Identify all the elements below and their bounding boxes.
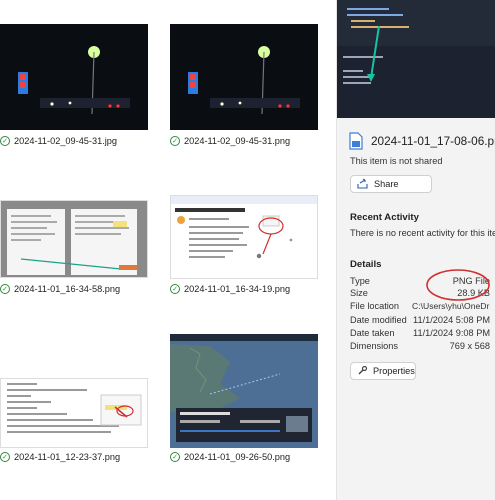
check-circle-icon: ✓ <box>170 452 180 462</box>
thumbnail-name: 2024-11-02_09-45-31.png <box>184 136 291 146</box>
thumbnail-name: 2024-11-02_09-45-31.jpg <box>14 136 118 146</box>
check-circle-icon: ✓ <box>0 452 10 462</box>
night-photo-thumbnail[interactable] <box>170 24 318 130</box>
detail-value: 11/1/2024 9:08 PM <box>413 328 490 338</box>
recent-activity-text: There is no recent activity for this ite… <box>350 228 495 238</box>
recent-activity-heading: Recent Activity <box>350 212 419 223</box>
check-circle-icon: ✓ <box>170 136 180 146</box>
wrench-icon <box>357 365 368 378</box>
detail-key: Date taken <box>350 328 395 338</box>
thumbnail-name: 2024-11-01_16-34-19.png <box>184 284 291 294</box>
thumbnail-name: 2024-11-01_16-34-58.png <box>14 284 121 294</box>
file-name-header: 2024-11-01_17-08-06.png <box>349 132 495 150</box>
screenshot-thumbnail[interactable] <box>0 378 148 448</box>
detail-value: C:\Users\yhu\OneDrive\Pic... <box>412 301 490 311</box>
properties-button-label: Properties <box>373 366 415 376</box>
file-explorer-window: ✓ 2024-11-02_09-45-31.jpg ✓ 2024-11-02_0… <box>0 0 495 500</box>
check-circle-icon: ✓ <box>170 284 180 294</box>
text-screenshot-image <box>1 379 147 447</box>
detail-key: Type <box>350 276 370 286</box>
share-icon <box>357 178 368 191</box>
detail-key: Dimensions <box>350 341 398 351</box>
check-circle-icon: ✓ <box>0 136 10 146</box>
details-pane: 2024-11-01_17-08-06.png This item is not… <box>336 0 495 500</box>
file-preview <box>337 0 495 118</box>
png-file-icon <box>349 132 363 150</box>
chat-screenshot-image <box>171 196 317 278</box>
screenshot-thumbnail[interactable] <box>170 334 318 448</box>
properties-button[interactable]: Properties <box>350 362 416 380</box>
details-heading: Details <box>350 259 382 270</box>
code-preview-image <box>337 0 495 118</box>
screenshot-thumbnail[interactable] <box>170 195 318 279</box>
detail-key: Date modified <box>350 315 407 325</box>
share-button[interactable]: Share <box>350 175 432 193</box>
sharing-status: This item is not shared <box>350 156 443 166</box>
detail-value: 11/1/2024 5:08 PM <box>413 315 490 325</box>
annotation-ellipse <box>426 269 490 301</box>
night-scene-image <box>170 24 318 130</box>
share-button-label: Share <box>374 179 399 189</box>
file-name: 2024-11-01_17-08-06.png <box>371 134 495 148</box>
check-circle-icon: ✓ <box>0 284 10 294</box>
thumbnail-name: 2024-11-01_09-26-50.png <box>184 452 291 462</box>
detail-key: Size <box>350 288 368 298</box>
document-screenshot-image <box>1 201 147 277</box>
night-scene-image <box>0 24 148 130</box>
screenshot-thumbnail[interactable] <box>0 200 148 278</box>
detail-key: File location <box>350 301 400 311</box>
night-photo-thumbnail[interactable] <box>0 24 148 130</box>
thumbnail-name: 2024-11-01_12-23-37.png <box>14 452 121 462</box>
thumbnail-gallery: ✓ 2024-11-02_09-45-31.jpg ✓ 2024-11-02_0… <box>0 0 336 500</box>
detail-value: 769 x 568 <box>449 341 490 351</box>
flight-map-image <box>170 334 318 448</box>
